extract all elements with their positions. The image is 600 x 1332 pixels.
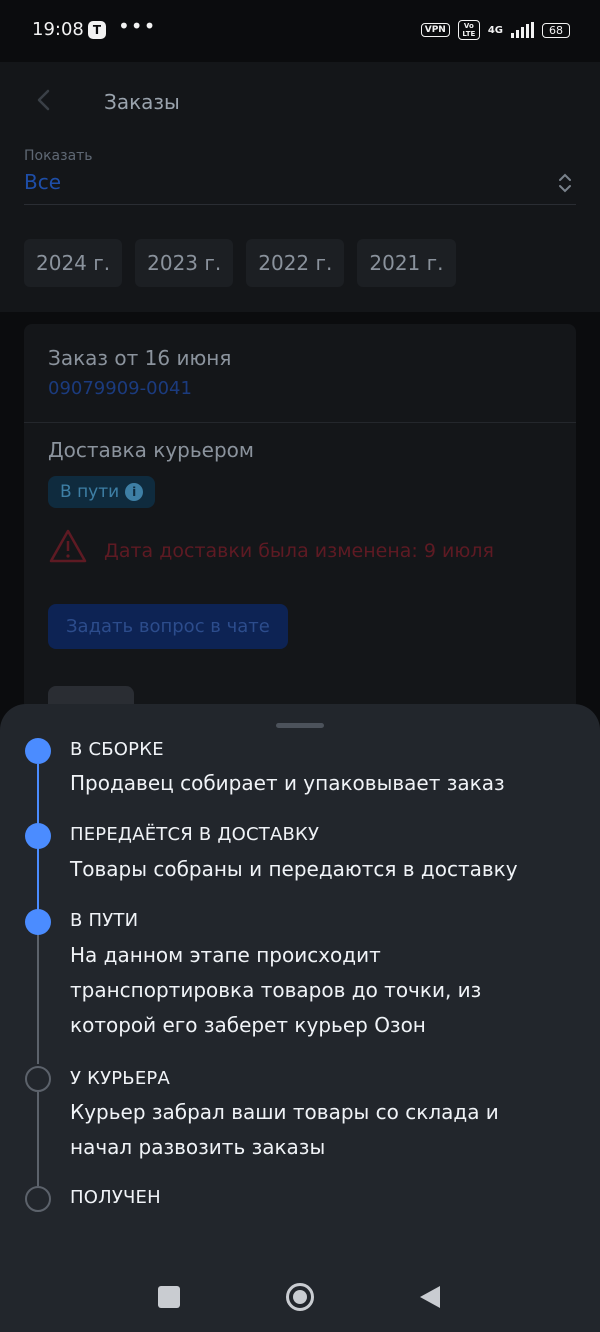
ask-in-chat-button[interactable]: Задать вопрос в чате — [48, 604, 288, 649]
step-done-dot — [25, 823, 51, 849]
status-badge[interactable]: В пути i — [48, 476, 156, 508]
volte-icon: Vo LTE — [457, 20, 480, 40]
step-pending-dot — [25, 1066, 51, 1092]
battery-icon: 68 — [542, 22, 570, 38]
step-description: На данном этапе происходит транспортиров… — [70, 943, 482, 1037]
year-chip-2022[interactable]: 2022 г. — [246, 239, 345, 287]
status-bar: 19:08 T ••• VPN Vo LTE 4G 68 — [0, 0, 600, 62]
filter-label: Показать — [24, 148, 93, 164]
vpn-icon: VPN — [420, 23, 450, 37]
status-badge-label: В пути — [60, 482, 120, 502]
status-indicators: VPN Vo LTE 4G 68 — [420, 20, 570, 40]
order-status-sheet: В СБОРКЕ Продавец собирает и упаковывает… — [0, 704, 600, 1332]
step-title: ПОЛУЧЕН — [70, 1187, 161, 1208]
year-chip-2023[interactable]: 2023 г. — [135, 239, 234, 287]
back-arrow-icon[interactable] — [32, 88, 56, 112]
divider — [24, 204, 576, 205]
step-pending-dot — [25, 1186, 51, 1212]
step-description: Продавец собирает и упаковывает заказ — [70, 771, 505, 795]
network-type: 4G — [487, 24, 503, 36]
filter-select[interactable]: Все — [24, 170, 61, 194]
system-nav-bar — [0, 1262, 600, 1332]
step-description: Курьер забрал ваши товары со склада и на… — [70, 1100, 499, 1159]
order-title: Заказ от 16 июня — [48, 346, 232, 370]
step-done-dot — [25, 738, 51, 764]
signal-icon — [511, 22, 534, 38]
timeline-connector — [37, 1092, 39, 1186]
step-title: В СБОРКЕ — [70, 739, 164, 760]
page-title: Заказы — [104, 90, 180, 114]
year-chip-2024[interactable]: 2024 г. — [24, 239, 123, 287]
drag-handle[interactable] — [276, 723, 324, 728]
order-number-link[interactable]: 09079909-0041 — [48, 378, 192, 399]
step-done-dot — [25, 909, 51, 935]
divider — [24, 422, 576, 423]
year-chip-2021[interactable]: 2021 г. — [357, 239, 456, 287]
step-title: ПЕРЕДАЁТСЯ В ДОСТАВКУ — [70, 824, 320, 845]
step-title: В ПУТИ — [70, 910, 139, 931]
home-icon[interactable] — [285, 1282, 315, 1312]
chevron-updown-icon — [559, 173, 571, 193]
warning-icon — [49, 529, 87, 563]
recents-icon[interactable] — [158, 1286, 180, 1308]
delivery-type: Доставка курьером — [48, 438, 254, 462]
timeline-connector — [37, 934, 39, 1064]
info-icon: i — [125, 483, 144, 501]
app-notification-icon: T — [88, 21, 106, 39]
delivery-date-warning: Дата доставки была изменена: 9 июля — [104, 540, 494, 562]
app-header: Заказы Показать Все 2024 г. 2023 г. 2022… — [0, 62, 600, 312]
more-notifications-icon: ••• — [118, 14, 157, 38]
step-description: Товары собраны и передаются в доставку — [70, 857, 518, 881]
year-filter-chips: 2024 г. 2023 г. 2022 г. 2021 г. — [24, 239, 456, 287]
step-title: У КУРЬЕРА — [70, 1068, 170, 1089]
status-time: 19:08 — [32, 19, 84, 40]
order-card[interactable]: Заказ от 16 июня 09079909-0041 Доставка … — [24, 324, 576, 746]
back-triangle-icon[interactable] — [418, 1284, 442, 1310]
